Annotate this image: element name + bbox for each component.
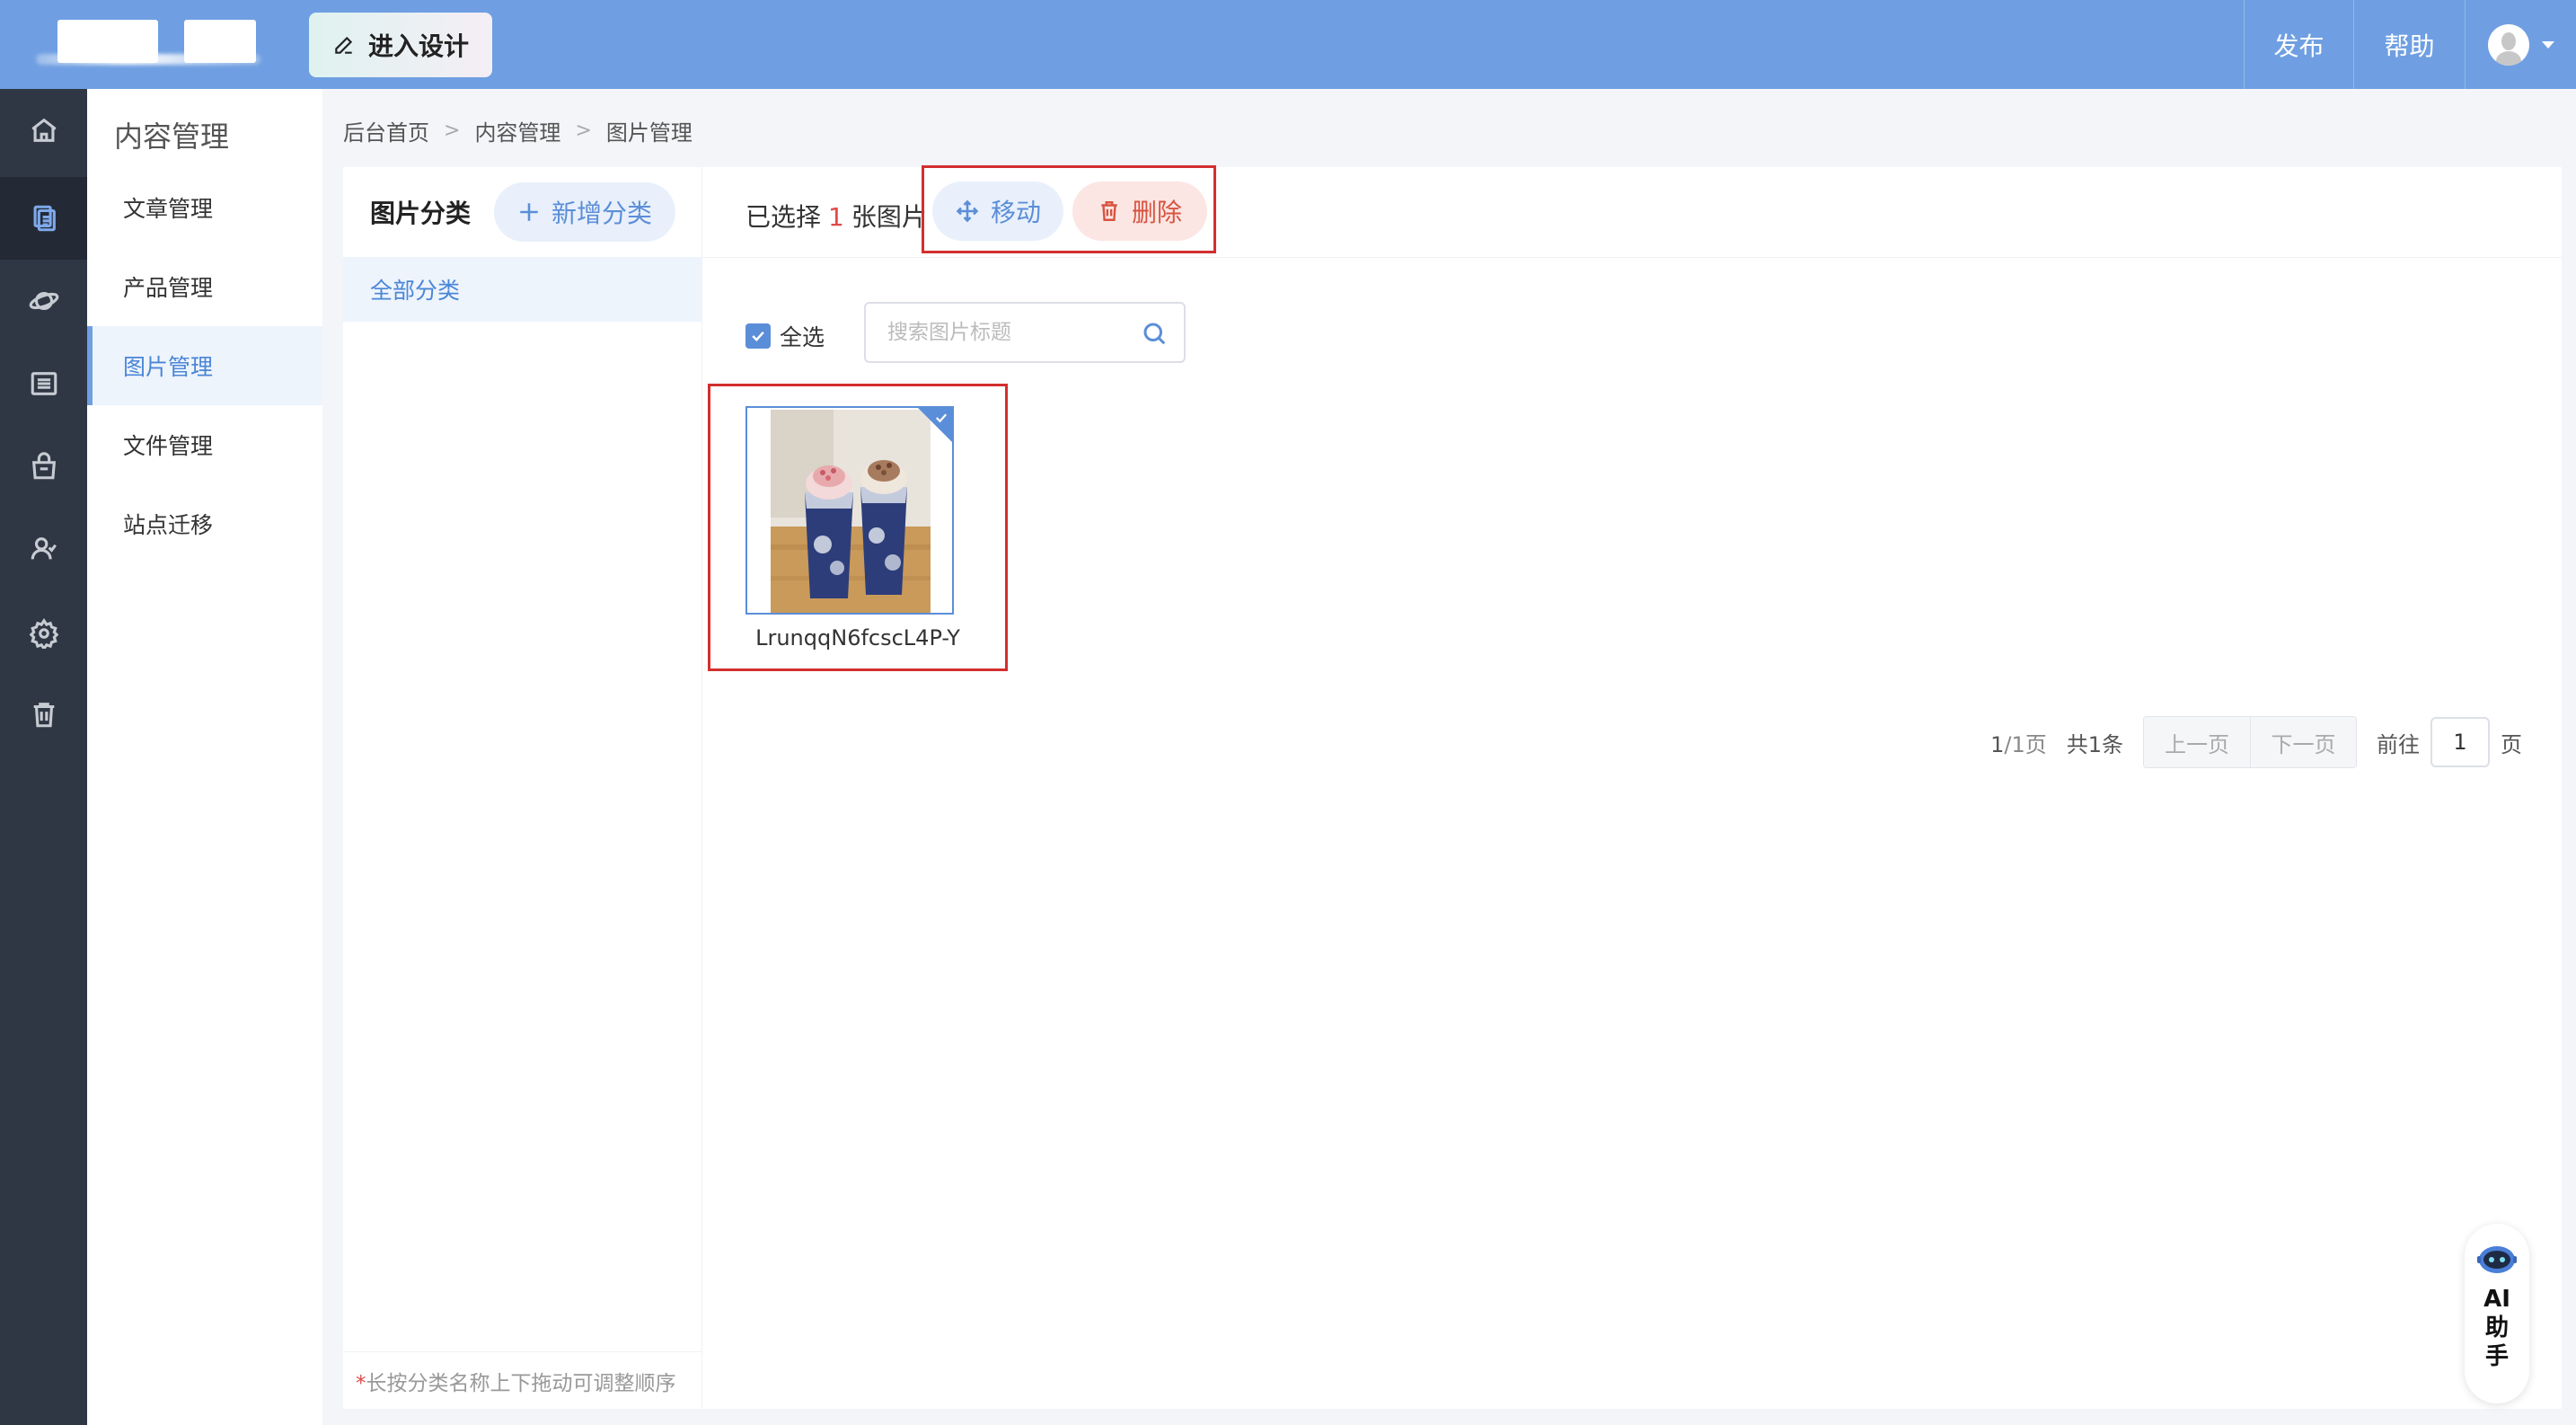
prev-page-button[interactable]: 上一页: [2144, 717, 2250, 767]
user-menu[interactable]: [2465, 0, 2576, 89]
move-icon: [956, 199, 979, 223]
pagination: 1/1页 共1条 上一页 下一页 前往 页: [1990, 716, 2522, 768]
submenu-item-files[interactable]: 文件管理: [87, 405, 322, 484]
breadcrumb-current: 图片管理: [605, 120, 693, 146]
divider: [702, 257, 2562, 258]
selection-suffix: 张图片: [851, 202, 927, 232]
submenu-item-articles[interactable]: 文章管理: [87, 168, 322, 247]
home-icon[interactable]: [0, 89, 87, 172]
ai-assistant-label: AI助手: [2483, 1286, 2510, 1370]
next-page-button[interactable]: 下一页: [2250, 717, 2356, 767]
member-icon[interactable]: [0, 508, 87, 590]
edit-icon: [335, 36, 353, 54]
move-button[interactable]: 移动: [932, 181, 1063, 241]
help-button[interactable]: 帮助: [2353, 0, 2465, 89]
image-thumbnail: [771, 410, 931, 613]
checkbox-checked-icon: [745, 323, 771, 349]
image-card[interactable]: [745, 406, 954, 615]
page-suffix: 页: [2501, 731, 2522, 757]
search-input[interactable]: [887, 321, 1130, 344]
total-count: 共1条: [2066, 731, 2123, 757]
submenu-title: 内容管理: [114, 119, 230, 154]
submenu-item-images[interactable]: 图片管理: [87, 326, 322, 405]
breadcrumb-separator-icon: >: [444, 119, 461, 142]
planet-icon[interactable]: [0, 260, 87, 342]
trash-icon[interactable]: [0, 673, 87, 756]
list-icon[interactable]: [0, 342, 87, 425]
image-manager-panel: 图片分类 新增分类 全部分类 *长按分类名称上下拖动可调整顺序 已选择 1 张图片 …: [343, 165, 2562, 1409]
page-info-current: 1: [1990, 731, 2005, 757]
page-buttons: 上一页 下一页: [2143, 716, 2357, 768]
robot-icon: [2477, 1246, 2517, 1273]
page-number-input[interactable]: [2430, 717, 2490, 767]
caret-down-icon: [2541, 40, 2554, 49]
goto-label: 前往: [2377, 731, 2420, 757]
trash-icon: [1101, 201, 1117, 221]
submenu-item-migration[interactable]: 站点迁移: [87, 484, 322, 563]
divider: [343, 1351, 702, 1352]
content-icon[interactable]: [0, 177, 87, 260]
check-icon: [933, 410, 949, 426]
selection-prefix: 已选择: [745, 202, 822, 232]
delete-button[interactable]: 删除: [1072, 181, 1207, 241]
submenu-item-products[interactable]: 产品管理: [87, 247, 322, 326]
category-header: 图片分类 新增分类: [343, 167, 702, 257]
category-tip-text: 长按分类名称上下拖动可调整顺序: [366, 1372, 676, 1395]
left-nav: [0, 89, 87, 1425]
ai-assistant-button[interactable]: AI助手: [2465, 1224, 2529, 1403]
category-column: 图片分类 新增分类 全部分类 *长按分类名称上下拖动可调整顺序: [343, 167, 702, 1409]
select-all-label: 全选: [780, 324, 825, 350]
logo[interactable]: [36, 18, 260, 66]
top-bar: 进入设计 发布 帮助: [0, 0, 2576, 89]
breadcrumb-content[interactable]: 内容管理: [474, 115, 560, 146]
add-category-label: 新增分类: [551, 199, 653, 228]
publish-button[interactable]: 发布: [2244, 0, 2353, 89]
category-tip: *长按分类名称上下拖动可调整顺序: [356, 1372, 676, 1395]
move-label: 移动: [990, 198, 1041, 227]
shop-icon[interactable]: [0, 425, 87, 508]
selection-status: 已选择 1 张图片: [745, 198, 927, 234]
breadcrumb: 后台首页 > 内容管理 > 图片管理: [343, 115, 693, 146]
page-info-rest: /1页: [2004, 731, 2047, 757]
enter-design-label: 进入设计: [367, 31, 469, 61]
category-title: 图片分类: [370, 199, 472, 228]
add-category-button[interactable]: 新增分类: [494, 182, 676, 242]
selection-count: 1: [828, 202, 844, 232]
select-all-checkbox[interactable]: 全选: [745, 320, 825, 352]
delete-label: 删除: [1131, 198, 1182, 227]
enter-design-button[interactable]: 进入设计: [309, 13, 492, 77]
top-right-menu: 发布 帮助: [2244, 0, 2576, 89]
breadcrumb-home[interactable]: 后台首页: [343, 115, 429, 146]
avatar: [2487, 23, 2529, 66]
breadcrumb-separator-icon: >: [575, 119, 592, 142]
content-submenu: 内容管理 文章管理 产品管理 图片管理 文件管理 站点迁移: [87, 89, 322, 1425]
image-name: LrunqqN6fcscL4P-Y: [755, 625, 960, 651]
search-icon[interactable]: [1141, 320, 1168, 347]
plus-icon: [520, 203, 538, 221]
page-info: 1/1页: [1990, 727, 2047, 758]
category-item-all[interactable]: 全部分类: [343, 257, 702, 322]
search-box: [864, 302, 1186, 363]
settings-icon[interactable]: [0, 592, 87, 675]
